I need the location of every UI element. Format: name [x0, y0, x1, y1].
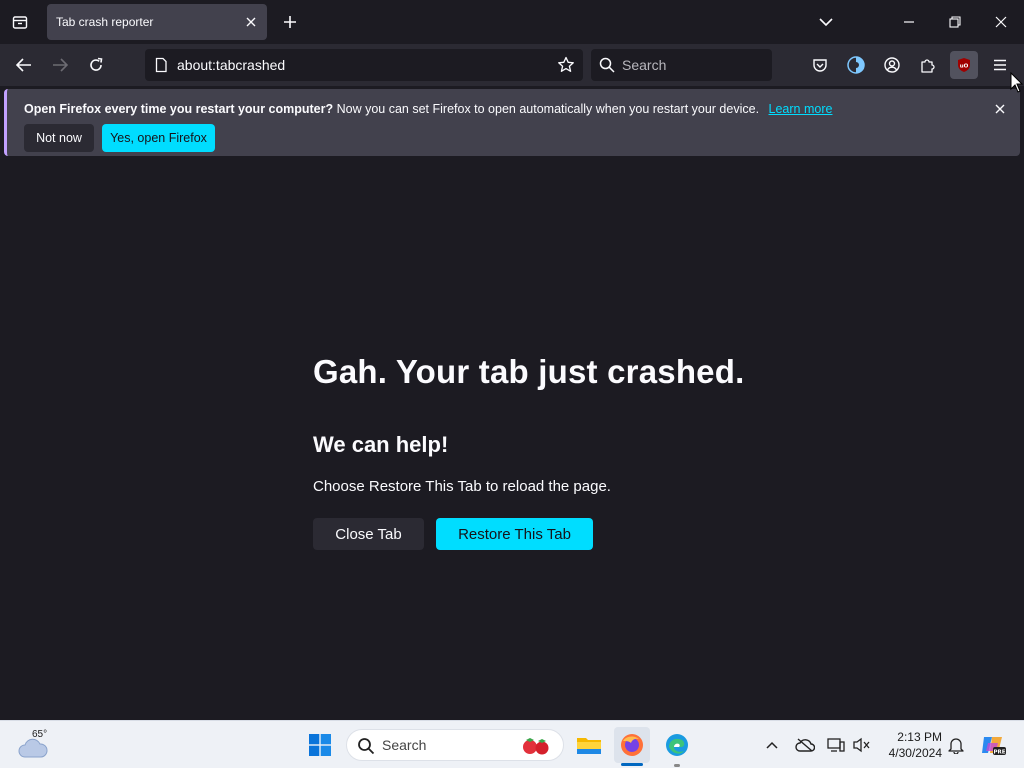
bookmark-star-icon[interactable]	[557, 56, 575, 74]
weather-widget[interactable]: 65°	[18, 729, 58, 761]
search-icon	[357, 737, 375, 755]
volume-muted-icon	[853, 737, 870, 753]
firefox-view-button[interactable]	[6, 8, 34, 36]
windows-taskbar: 65° Search 2:13 PM 4/30/2024 PRE	[0, 720, 1024, 768]
active-app-indicator	[621, 763, 643, 766]
close-tab-button[interactable]: Close Tab	[313, 518, 424, 550]
search-bar[interactable]: Search	[591, 49, 772, 81]
weather-temperature: 65°	[32, 729, 48, 740]
restore-this-tab-button[interactable]: Restore This Tab	[436, 518, 593, 550]
extensions-button[interactable]	[914, 51, 942, 79]
close-window-button[interactable]	[987, 8, 1015, 36]
bell-icon	[948, 738, 964, 754]
close-icon	[995, 16, 1007, 28]
copilot-icon: PRE	[982, 737, 1006, 756]
copilot-button[interactable]: PRE	[979, 734, 1007, 756]
search-icon	[599, 57, 615, 73]
svg-text:PRE: PRE	[993, 750, 1005, 756]
taskbar-search-placeholder: Search	[382, 737, 427, 753]
tab-title: Tab crash reporter	[56, 15, 154, 29]
back-button[interactable]	[10, 51, 38, 79]
tab-tab-crash-reporter[interactable]: Tab crash reporter	[47, 4, 267, 40]
yes-open-firefox-button[interactable]: Yes, open Firefox	[102, 124, 215, 152]
account-icon	[884, 57, 900, 73]
folder-icon	[577, 738, 601, 754]
open-app-indicator	[674, 764, 680, 767]
volume-tray-button[interactable]	[851, 734, 873, 756]
notification-close-button[interactable]	[992, 101, 1008, 117]
notifications-button[interactable]	[945, 734, 967, 756]
restore-window-button[interactable]	[941, 8, 969, 36]
taskbar-clock[interactable]: 2:13 PM 4/30/2024	[880, 729, 942, 761]
cloud-off-icon	[795, 738, 815, 752]
onedrive-tray-button[interactable]	[794, 734, 816, 756]
reload-button[interactable]	[82, 51, 110, 79]
pocket-button[interactable]	[806, 51, 834, 79]
url-text: about:tabcrashed	[177, 57, 286, 73]
file-explorer-button[interactable]	[571, 727, 607, 763]
contrast-icon	[847, 56, 865, 74]
chevron-down-icon	[819, 18, 833, 27]
tab-close-button[interactable]	[243, 14, 259, 30]
pocket-icon	[813, 59, 827, 72]
clock-time: 2:13 PM	[897, 730, 942, 744]
plus-icon	[284, 16, 296, 28]
back-arrow-icon	[16, 58, 31, 72]
hamburger-menu-icon	[994, 59, 1006, 71]
strawberry-icon	[523, 738, 549, 755]
ublock-origin-button[interactable]: uO	[950, 51, 978, 79]
puzzle-icon	[921, 59, 935, 73]
reload-icon	[90, 57, 103, 71]
page-content: Gah. Your tab just crashed. We can help!…	[0, 158, 1024, 720]
edge-taskbar-button[interactable]	[659, 727, 695, 763]
show-hidden-icons-button[interactable]	[761, 734, 783, 756]
new-tab-button[interactable]	[278, 10, 302, 34]
firefox-logo-icon	[621, 734, 643, 756]
dark-reader-button[interactable]	[842, 51, 870, 79]
learn-more-link[interactable]: Learn more	[769, 102, 833, 116]
display-network-icon	[827, 738, 845, 752]
not-now-button[interactable]: Not now	[24, 124, 94, 152]
close-icon	[995, 104, 1005, 114]
start-button[interactable]	[302, 727, 338, 763]
notification-bar: Open Firefox every time you restart your…	[4, 89, 1020, 156]
search-placeholder: Search	[622, 57, 667, 73]
chevron-up-icon	[766, 741, 778, 749]
tab-strip: Tab crash reporter	[0, 0, 1024, 44]
notification-body-text: Now you can set Firefox to open automati…	[336, 102, 760, 116]
page-icon	[153, 57, 169, 73]
forward-arrow-icon	[53, 58, 68, 72]
list-all-tabs-button[interactable]	[812, 8, 840, 36]
close-icon	[246, 17, 256, 27]
mouse-cursor-icon	[1010, 72, 1024, 93]
network-tray-button[interactable]	[825, 734, 847, 756]
url-bar[interactable]: about:tabcrashed	[145, 49, 583, 81]
notification-message: Open Firefox every time you restart your…	[24, 102, 832, 116]
minimize-button[interactable]	[895, 8, 923, 36]
account-button[interactable]	[878, 51, 906, 79]
notification-bold-text: Open Firefox every time you restart your…	[24, 102, 334, 116]
forward-button[interactable]	[46, 51, 74, 79]
page-title: Gah. Your tab just crashed.	[313, 353, 745, 390]
edge-logo-icon	[666, 734, 688, 756]
minimize-icon	[904, 21, 914, 23]
firefox-view-icon	[12, 16, 28, 29]
page-subtitle: We can help!	[313, 432, 449, 457]
restore-icon	[949, 16, 961, 28]
clock-date: 4/30/2024	[888, 746, 942, 760]
page-description: Choose Restore This Tab to reload the pa…	[313, 478, 611, 495]
taskbar-search-box[interactable]: Search	[346, 729, 564, 761]
firefox-taskbar-button[interactable]	[614, 727, 650, 763]
cloud-icon	[18, 738, 48, 758]
ublock-shield-icon: uO	[958, 58, 970, 72]
windows-logo-icon	[309, 734, 331, 756]
svg-text:uO: uO	[960, 64, 969, 70]
nav-bar: about:tabcrashed Search uO	[0, 44, 1024, 86]
